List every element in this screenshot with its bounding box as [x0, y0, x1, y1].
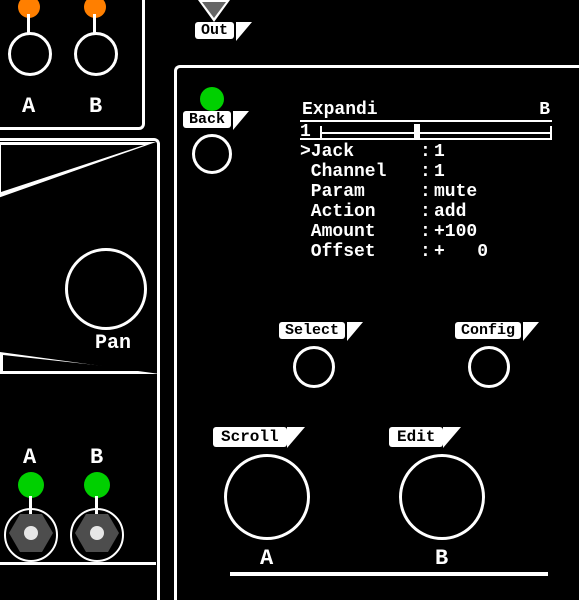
out-label: Out: [195, 22, 234, 39]
left-panel-wedge: [0, 142, 158, 202]
display-row-sep: :: [420, 142, 434, 162]
display-row-val: add: [434, 202, 488, 222]
display-row-val: + 0: [434, 242, 488, 262]
edit-encoder[interactable]: [399, 454, 485, 540]
display-row: >Jack :1: [300, 142, 488, 162]
pan-wedge-fill: [3, 355, 151, 371]
bottom-line: [230, 572, 548, 576]
led-stem: [27, 14, 30, 34]
display-row-sep: :: [420, 202, 434, 222]
display-row-val: +100: [434, 222, 488, 242]
left-led-b: [84, 472, 110, 498]
jack-a-label: A: [22, 94, 35, 119]
bottom-b-label: B: [435, 546, 448, 571]
out-indicator: [196, 0, 230, 22]
display-ruler: 1: [300, 122, 552, 140]
display-row-sep: :: [420, 242, 434, 262]
led-stem: [93, 14, 96, 34]
display-row-sep: :: [420, 162, 434, 182]
display-row: Amount :+100: [300, 222, 488, 242]
display-row-key: Action: [300, 202, 420, 222]
left-led-a: [18, 472, 44, 498]
display-title-left: Expandi: [302, 100, 378, 120]
display-row-key: Offset: [300, 242, 420, 262]
edit-label: Edit: [389, 427, 443, 447]
display-row: Channel :1: [300, 162, 488, 182]
display-row-sep: :: [420, 222, 434, 242]
config-label: Config: [455, 322, 521, 339]
bottom-a-label: A: [260, 546, 273, 571]
pan-knob[interactable]: [65, 248, 147, 330]
left-bottom-line: [0, 562, 156, 565]
display-row-key: Param: [300, 182, 420, 202]
ruler-index: 1: [300, 122, 311, 142]
hex-ring-a: [4, 508, 58, 562]
scroll-encoder[interactable]: [224, 454, 310, 540]
display-screen: Expandi B 1 >Jack :1 Channel :1 Param :m…: [300, 100, 552, 262]
display-row-key: Channel: [300, 162, 420, 182]
select-label: Select: [279, 322, 345, 339]
select-encoder[interactable]: [293, 346, 335, 388]
scroll-label: Scroll: [213, 427, 287, 447]
display-row-val: 1: [434, 162, 488, 182]
left-b-label: B: [90, 445, 103, 470]
jack-b-top[interactable]: [74, 32, 118, 76]
display-title-right: B: [539, 100, 550, 120]
display-row: Action :add: [300, 202, 488, 222]
display-row: Offset :+ 0: [300, 242, 488, 262]
config-encoder[interactable]: [468, 346, 510, 388]
display-row: Param :mute: [300, 182, 488, 202]
left-a-label: A: [23, 445, 36, 470]
display-param-table: >Jack :1 Channel :1 Param :mute Action :…: [300, 142, 488, 262]
jack-b-label: B: [89, 94, 102, 119]
display-row-val: mute: [434, 182, 488, 202]
display-row-val: 1: [434, 142, 488, 162]
display-row-key: >Jack: [300, 142, 420, 162]
hex-ring-b: [70, 508, 124, 562]
jack-a-top[interactable]: [8, 32, 52, 76]
display-row-sep: :: [420, 182, 434, 202]
display-row-key: Amount: [300, 222, 420, 242]
